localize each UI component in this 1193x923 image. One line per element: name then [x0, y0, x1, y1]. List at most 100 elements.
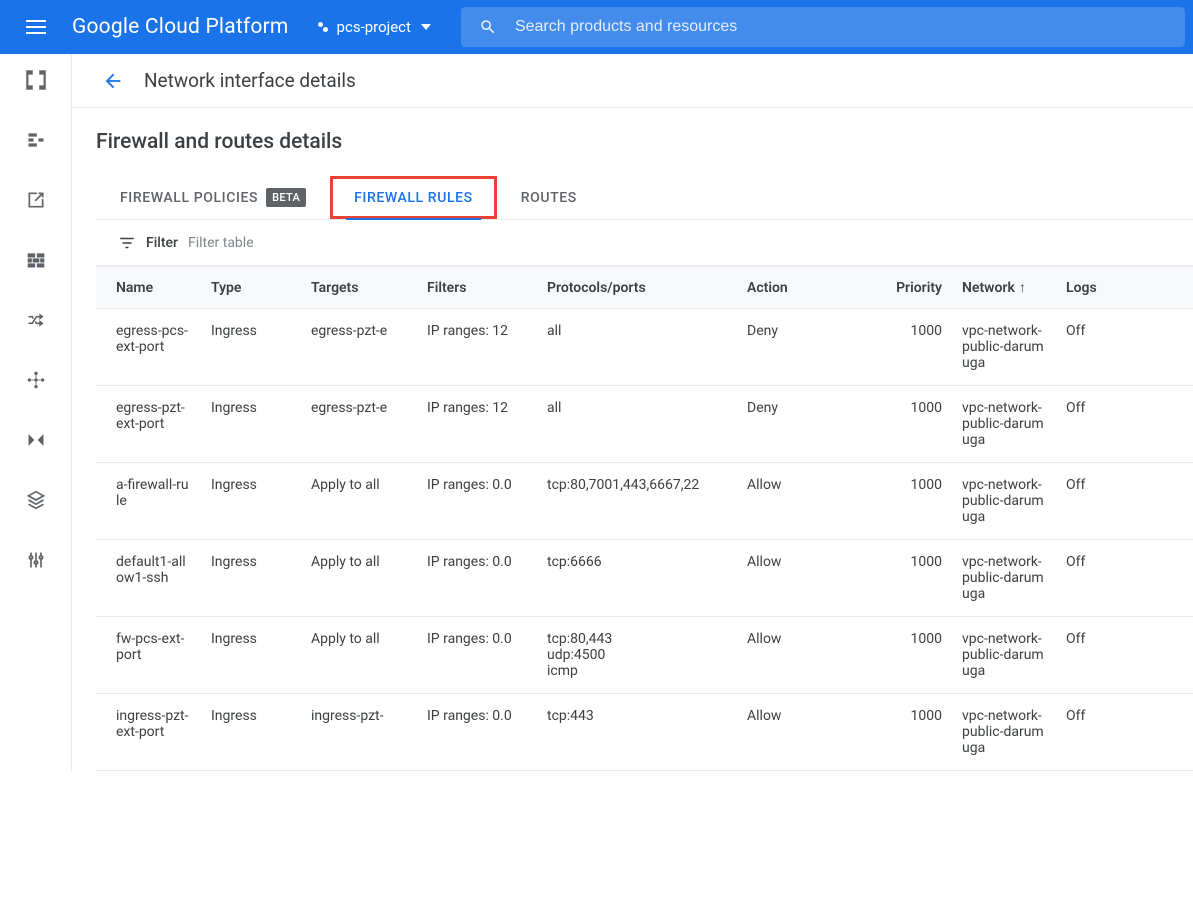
- cell-logs: Off: [1056, 617, 1193, 694]
- top-bar: Google Cloud Platform pcs-project: [0, 0, 1193, 54]
- cell-filters: IP ranges: 0.0: [417, 694, 537, 771]
- cell-type: Ingress: [201, 309, 301, 386]
- section-title: Firewall and routes details: [96, 130, 1193, 154]
- cell-action: Allow: [737, 617, 857, 694]
- table-row[interactable]: a-firewall-ruleIngressApply to allIP ran…: [96, 463, 1193, 540]
- cell-targets: Apply to all: [301, 617, 417, 694]
- rail-item-peering[interactable]: [22, 366, 50, 394]
- table-body: egress-pcs-ext-portIngressegress-pzt-eIP…: [96, 309, 1193, 771]
- filter-bar: Filter Filter table: [96, 220, 1193, 266]
- cell-logs: Off: [1056, 386, 1193, 463]
- col-priority[interactable]: Priority: [857, 267, 952, 309]
- rail-item-vpc-network[interactable]: [22, 66, 50, 94]
- table-row[interactable]: fw-pcs-ext-portIngressApply to allIP ran…: [96, 617, 1193, 694]
- cell-type: Ingress: [201, 694, 301, 771]
- cell-type: Ingress: [201, 540, 301, 617]
- cell-priority: 1000: [857, 540, 952, 617]
- tab-firewall-policies[interactable]: FIREWALL POLICIES BETA: [96, 176, 330, 219]
- cell-network: vpc-network-public-darumuga: [952, 694, 1056, 771]
- nodes-icon: [26, 130, 46, 150]
- cell-targets: Apply to all: [301, 463, 417, 540]
- project-picker[interactable]: pcs-project: [315, 18, 431, 36]
- cell-network: vpc-network-public-darumuga: [952, 309, 1056, 386]
- cell-protocols: tcp:6666: [537, 540, 737, 617]
- filter-placeholder[interactable]: Filter table: [188, 235, 254, 251]
- cell-type: Ingress: [201, 386, 301, 463]
- rail-item-firewall[interactable]: [22, 246, 50, 274]
- cell-protocols: tcp:80,443 udp:4500 icmp: [537, 617, 737, 694]
- col-type[interactable]: Type: [201, 267, 301, 309]
- shuffle-icon: [26, 310, 46, 330]
- arrow-left-icon: [102, 70, 124, 92]
- peering-icon: [26, 370, 46, 390]
- cell-action: Allow: [737, 694, 857, 771]
- table-row[interactable]: egress-pcs-ext-portIngressegress-pzt-eIP…: [96, 309, 1193, 386]
- brand-label: Google Cloud Platform: [72, 15, 289, 39]
- cell-logs: Off: [1056, 309, 1193, 386]
- table-row[interactable]: egress-pzt-ext-portIngressegress-pzt-eIP…: [96, 386, 1193, 463]
- tab-firewall-rules[interactable]: FIREWALL RULES: [330, 176, 497, 219]
- cell-priority: 1000: [857, 309, 952, 386]
- cell-network: vpc-network-public-darumuga: [952, 386, 1056, 463]
- tabs: FIREWALL POLICIES BETA FIREWALL RULES ROUTE…: [96, 176, 1193, 220]
- search-bar[interactable]: [461, 7, 1185, 47]
- cell-priority: 1000: [857, 463, 952, 540]
- tab-routes[interactable]: ROUTES: [497, 176, 601, 219]
- tab-label: FIREWALL RULES: [354, 190, 473, 206]
- table-row[interactable]: ingress-pzt-ext-portIngressingress-pzt-I…: [96, 694, 1193, 771]
- project-name: pcs-project: [337, 18, 411, 36]
- bracket-icon: [23, 67, 49, 93]
- cell-name: a-firewall-rule: [96, 463, 201, 540]
- cell-targets: Apply to all: [301, 540, 417, 617]
- search-icon: [479, 18, 497, 36]
- cell-filters: IP ranges: 0.0: [417, 617, 537, 694]
- back-button[interactable]: [96, 64, 130, 98]
- cell-action: Deny: [737, 386, 857, 463]
- rail-item-routes[interactable]: [22, 306, 50, 334]
- tune-icon: [26, 550, 46, 570]
- col-protocols-ports[interactable]: Protocols/ports: [537, 267, 737, 309]
- firewall-rules-table: NameTypeTargetsFiltersProtocols/portsAct…: [96, 266, 1193, 771]
- stack-icon: [26, 490, 46, 510]
- cell-filters: IP ranges: 0.0: [417, 463, 537, 540]
- col-network[interactable]: Network↑: [952, 267, 1056, 309]
- col-targets[interactable]: Targets: [301, 267, 417, 309]
- cell-protocols: all: [537, 309, 737, 386]
- cell-logs: Off: [1056, 540, 1193, 617]
- table-row[interactable]: default1-allow1-sshIngressApply to allIP…: [96, 540, 1193, 617]
- beta-badge: BETA: [266, 188, 306, 207]
- cell-priority: 1000: [857, 694, 952, 771]
- rail-item-7[interactable]: [22, 426, 50, 454]
- sort-arrow-icon: ↑: [1019, 279, 1026, 296]
- left-rail: [0, 54, 72, 771]
- cell-filters: IP ranges: 0.0: [417, 540, 537, 617]
- cell-name: egress-pzt-ext-port: [96, 386, 201, 463]
- firewall-icon: [26, 250, 46, 270]
- nav-menu-button[interactable]: [16, 7, 56, 47]
- search-input[interactable]: [515, 18, 1167, 36]
- col-logs[interactable]: Logs: [1056, 267, 1193, 309]
- cell-type: Ingress: [201, 463, 301, 540]
- rail-item-shared[interactable]: [22, 486, 50, 514]
- cell-logs: Off: [1056, 463, 1193, 540]
- cell-protocols: tcp:443: [537, 694, 737, 771]
- tab-label: FIREWALL POLICIES: [120, 190, 258, 206]
- cell-priority: 1000: [857, 386, 952, 463]
- cell-action: Allow: [737, 463, 857, 540]
- tab-label: ROUTES: [521, 190, 577, 206]
- cell-protocols: all: [537, 386, 737, 463]
- cell-name: default1-allow1-ssh: [96, 540, 201, 617]
- col-action[interactable]: Action: [737, 267, 857, 309]
- rail-item-2[interactable]: [22, 126, 50, 154]
- cell-targets: ingress-pzt-: [301, 694, 417, 771]
- rail-item-9[interactable]: [22, 546, 50, 574]
- cell-targets: egress-pzt-e: [301, 386, 417, 463]
- col-name[interactable]: Name: [96, 267, 201, 309]
- cell-protocols: tcp:80,7001,443,6667,22: [537, 463, 737, 540]
- col-filters[interactable]: Filters: [417, 267, 537, 309]
- external-icon: [26, 190, 46, 210]
- mirror-icon: [26, 430, 46, 450]
- title-bar: Network interface details: [72, 54, 1193, 108]
- cell-name: ingress-pzt-ext-port: [96, 694, 201, 771]
- rail-item-3[interactable]: [22, 186, 50, 214]
